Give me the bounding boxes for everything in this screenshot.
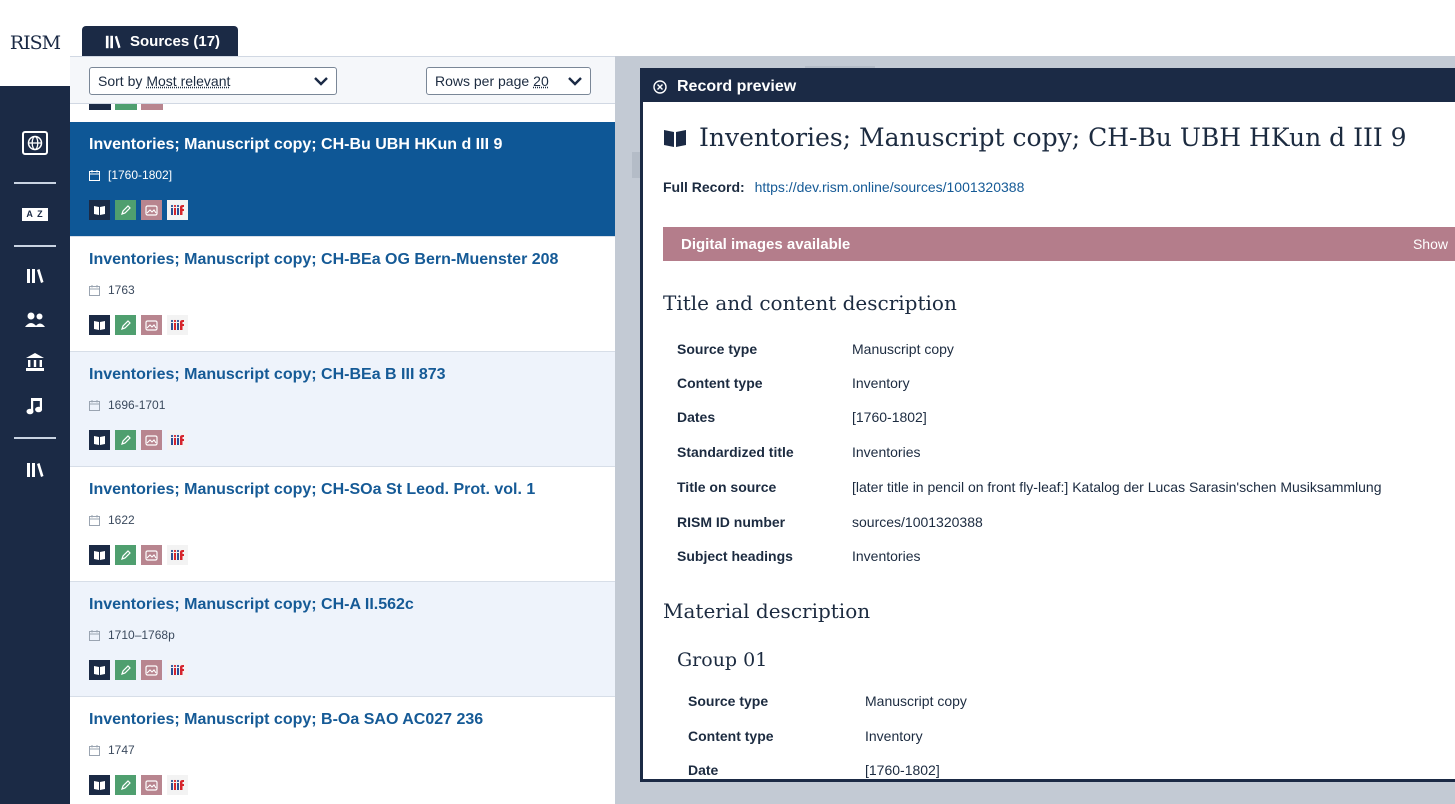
full-record-line: Full Record: https://dev.rism.online/sou…	[663, 179, 1024, 195]
result-date: 1622	[89, 513, 135, 527]
iiif-icon	[167, 430, 188, 450]
chevron-down-icon	[568, 77, 582, 86]
sort-select[interactable]: Sort by Most relevant	[89, 67, 337, 95]
result-title[interactable]: Inventories; Manuscript copy; CH-Bu UBH …	[89, 136, 502, 154]
section-heading: Title and content description	[663, 291, 957, 315]
result-badges	[89, 200, 188, 220]
result-item[interactable]: Inventories; Manuscript copy; CH-BEa B I…	[70, 352, 615, 467]
book-icon	[89, 200, 110, 220]
image-icon	[141, 315, 162, 335]
book-icon	[89, 430, 110, 450]
scrolled-badges	[89, 104, 179, 110]
rism-logo[interactable]: RISM	[0, 0, 70, 86]
calendar-icon	[89, 514, 100, 526]
result-date: 1710–1768p	[89, 628, 175, 642]
result-title[interactable]: Inventories; Manuscript copy; B-Oa SAO A…	[89, 711, 483, 729]
result-item[interactable]: Inventories; Manuscript copy; CH-SOa St …	[70, 467, 615, 582]
calendar-icon	[89, 169, 100, 181]
az-icon[interactable]: A Z	[0, 196, 70, 232]
results-list: Sort by Most relevant Rows per page 20 I…	[70, 56, 615, 804]
result-title[interactable]: Inventories; Manuscript copy; CH-BEa B I…	[89, 366, 446, 384]
sources-icon	[105, 35, 121, 48]
chevron-down-icon	[314, 77, 328, 86]
iiif-icon	[167, 660, 188, 680]
pen-icon	[115, 545, 136, 565]
book-icon	[89, 545, 110, 565]
image-icon	[141, 545, 162, 565]
rows-label: Rows per page	[435, 73, 530, 89]
institutions-icon[interactable]	[0, 344, 70, 380]
book-icon	[89, 775, 110, 795]
tab-sources[interactable]: Sources (17)	[82, 26, 238, 57]
result-date: 1747	[89, 743, 135, 757]
full-record-link[interactable]: https://dev.rism.online/sources/10013203…	[755, 179, 1025, 195]
result-title[interactable]: Inventories; Manuscript copy; CH-SOa St …	[89, 481, 535, 499]
iiif-icon	[167, 545, 188, 565]
result-badges	[89, 545, 188, 565]
sort-label: Sort by	[98, 73, 143, 89]
record-preview-panel: Record preview Inventories; Manuscript c…	[640, 68, 1455, 782]
sources-icon[interactable]	[0, 452, 70, 488]
tab-label: Sources (17)	[130, 33, 221, 50]
top-bar	[70, 0, 1455, 56]
calendar-icon	[89, 629, 100, 641]
pen-icon	[115, 775, 136, 795]
calendar-icon	[89, 744, 100, 756]
book-icon	[89, 315, 110, 335]
iiif-icon	[167, 315, 188, 335]
iiif-icon	[167, 775, 188, 795]
result-date: 1696-1701	[89, 398, 165, 412]
image-icon	[141, 660, 162, 680]
result-badges	[89, 430, 188, 450]
rail-divider	[14, 182, 56, 184]
digital-images-label: Digital images available	[681, 235, 851, 253]
show-images-button[interactable]: Show	[1413, 236, 1448, 252]
sort-value: Most relevant	[146, 73, 231, 89]
record-preview-title: Record preview	[677, 77, 797, 95]
music-incipit-icon[interactable]	[0, 388, 70, 424]
group-heading: Group 01	[677, 649, 768, 671]
result-date: [1760-1802]	[89, 168, 172, 182]
image-icon	[141, 775, 162, 795]
rail-divider	[14, 437, 56, 439]
record-title: Inventories; Manuscript copy; CH-Bu UBH …	[663, 123, 1407, 152]
result-item[interactable]: Inventories; Manuscript copy; CH-Bu UBH …	[70, 122, 615, 237]
result-badges	[89, 775, 188, 795]
nav-rail: RISM A Z	[0, 0, 70, 804]
pen-icon	[115, 660, 136, 680]
rail-divider	[14, 245, 56, 247]
sources-icon[interactable]	[0, 258, 70, 294]
result-badges	[89, 315, 188, 335]
result-item[interactable]: Inventories; Manuscript copy; B-Oa SAO A…	[70, 697, 615, 804]
result-item[interactable]: Inventories; Manuscript copy; CH-BEa OG …	[70, 237, 615, 352]
list-controls: Sort by Most relevant Rows per page 20	[70, 56, 615, 104]
book-icon	[664, 129, 686, 147]
record-preview-header: Record preview	[643, 71, 1455, 102]
digital-images-bar[interactable]: Digital images available Show	[663, 227, 1455, 261]
pen-icon	[115, 430, 136, 450]
calendar-icon	[89, 284, 100, 296]
result-date: 1763	[89, 283, 135, 297]
pen-icon	[115, 315, 136, 335]
section-heading: Material description	[663, 599, 871, 623]
rows-value: 20	[533, 73, 549, 89]
image-icon	[141, 430, 162, 450]
result-item[interactable]: Inventories; Manuscript copy; CH-A II.56…	[70, 582, 615, 697]
globe-icon[interactable]	[0, 125, 70, 161]
calendar-icon	[89, 399, 100, 411]
people-icon[interactable]	[0, 302, 70, 338]
result-title[interactable]: Inventories; Manuscript copy; CH-A II.56…	[89, 596, 414, 614]
image-icon	[141, 200, 162, 220]
result-title[interactable]: Inventories; Manuscript copy; CH-BEa OG …	[89, 251, 558, 269]
book-icon	[89, 660, 110, 680]
iiif-icon	[167, 200, 188, 220]
result-badges	[89, 660, 188, 680]
close-icon[interactable]	[653, 79, 667, 94]
full-record-label: Full Record:	[663, 179, 745, 195]
pen-icon	[115, 200, 136, 220]
rows-per-page-select[interactable]: Rows per page 20	[426, 67, 591, 95]
